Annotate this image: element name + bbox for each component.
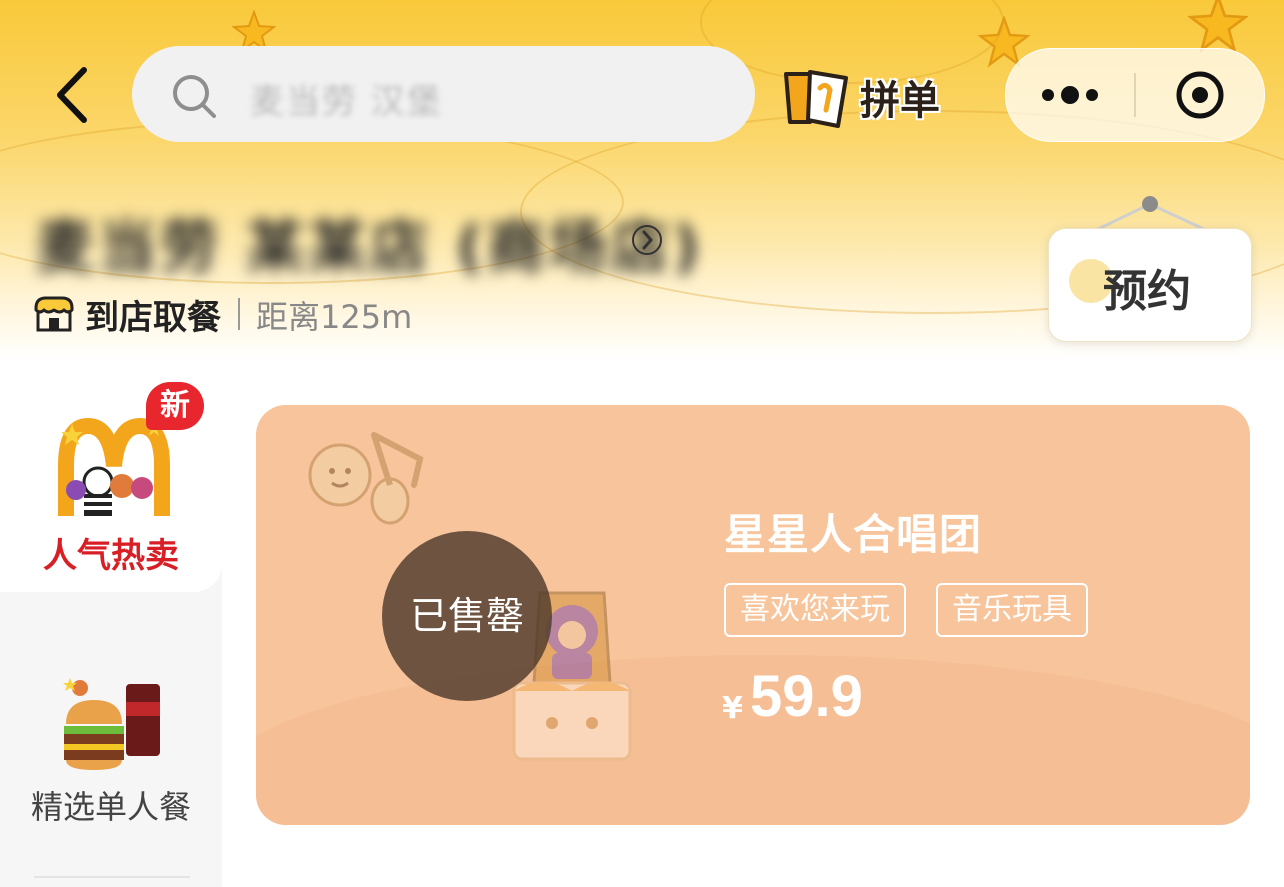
pickup-mode-label: 到店取餐	[85, 298, 221, 338]
distance-label: 距离125m	[256, 298, 413, 336]
star-decoration-icon	[1188, 0, 1248, 54]
reserve-button[interactable]: 预约	[1048, 228, 1252, 342]
sidebar-item-popular[interactable]: 新 人气热卖	[0, 360, 222, 592]
burger-meal-icon	[63, 678, 160, 770]
sidebar-divider	[34, 876, 190, 878]
capsule-divider	[1134, 73, 1136, 117]
new-badge: 新	[146, 382, 204, 430]
mini-program-capsule	[1005, 48, 1265, 142]
separator	[238, 298, 240, 330]
group-order-label: 拼单	[860, 78, 940, 124]
chevron-left-icon	[57, 67, 87, 123]
search-icon	[173, 75, 216, 118]
price-currency: ¥	[722, 691, 743, 726]
group-order-button[interactable]: 拼单	[780, 64, 955, 130]
close-button[interactable]	[1164, 69, 1236, 121]
sign-pin	[1142, 196, 1158, 212]
product-tag: 音乐玩具	[936, 583, 1088, 637]
search-input[interactable]: 麦当劳 汉堡	[132, 46, 755, 142]
sidebar-item-single-meal[interactable]: 精选单人餐	[0, 592, 222, 872]
store-pickup-icon	[34, 296, 74, 332]
music-note-icon	[308, 432, 424, 525]
product-tag: 喜欢您来玩	[724, 583, 906, 637]
sidebar-item-label: 人气热卖	[43, 536, 179, 576]
sidebar-item-label: 精选单人餐	[30, 788, 191, 826]
mcdonalds-arches-icon	[58, 417, 170, 516]
more-dots-icon	[1042, 86, 1098, 104]
product-title: 星星人合唱团	[724, 510, 983, 559]
target-circle-icon	[1176, 71, 1224, 119]
chevron-right-icon[interactable]	[630, 220, 664, 260]
search-placeholder: 麦当劳 汉堡	[250, 82, 443, 122]
reserve-label: 预约	[1103, 266, 1191, 317]
product-card[interactable]: 已售罄 星星人合唱团 喜欢您来玩 音乐玩具 ¥ 59.9	[256, 405, 1250, 825]
more-button[interactable]	[1030, 69, 1114, 121]
store-name[interactable]: 麦当劳 某某店 (商场店)	[36, 200, 703, 284]
sold-out-badge: 已售罄	[382, 531, 552, 701]
cups-icon	[784, 70, 848, 128]
back-button[interactable]	[40, 58, 104, 132]
product-price: 59.9	[750, 664, 863, 729]
